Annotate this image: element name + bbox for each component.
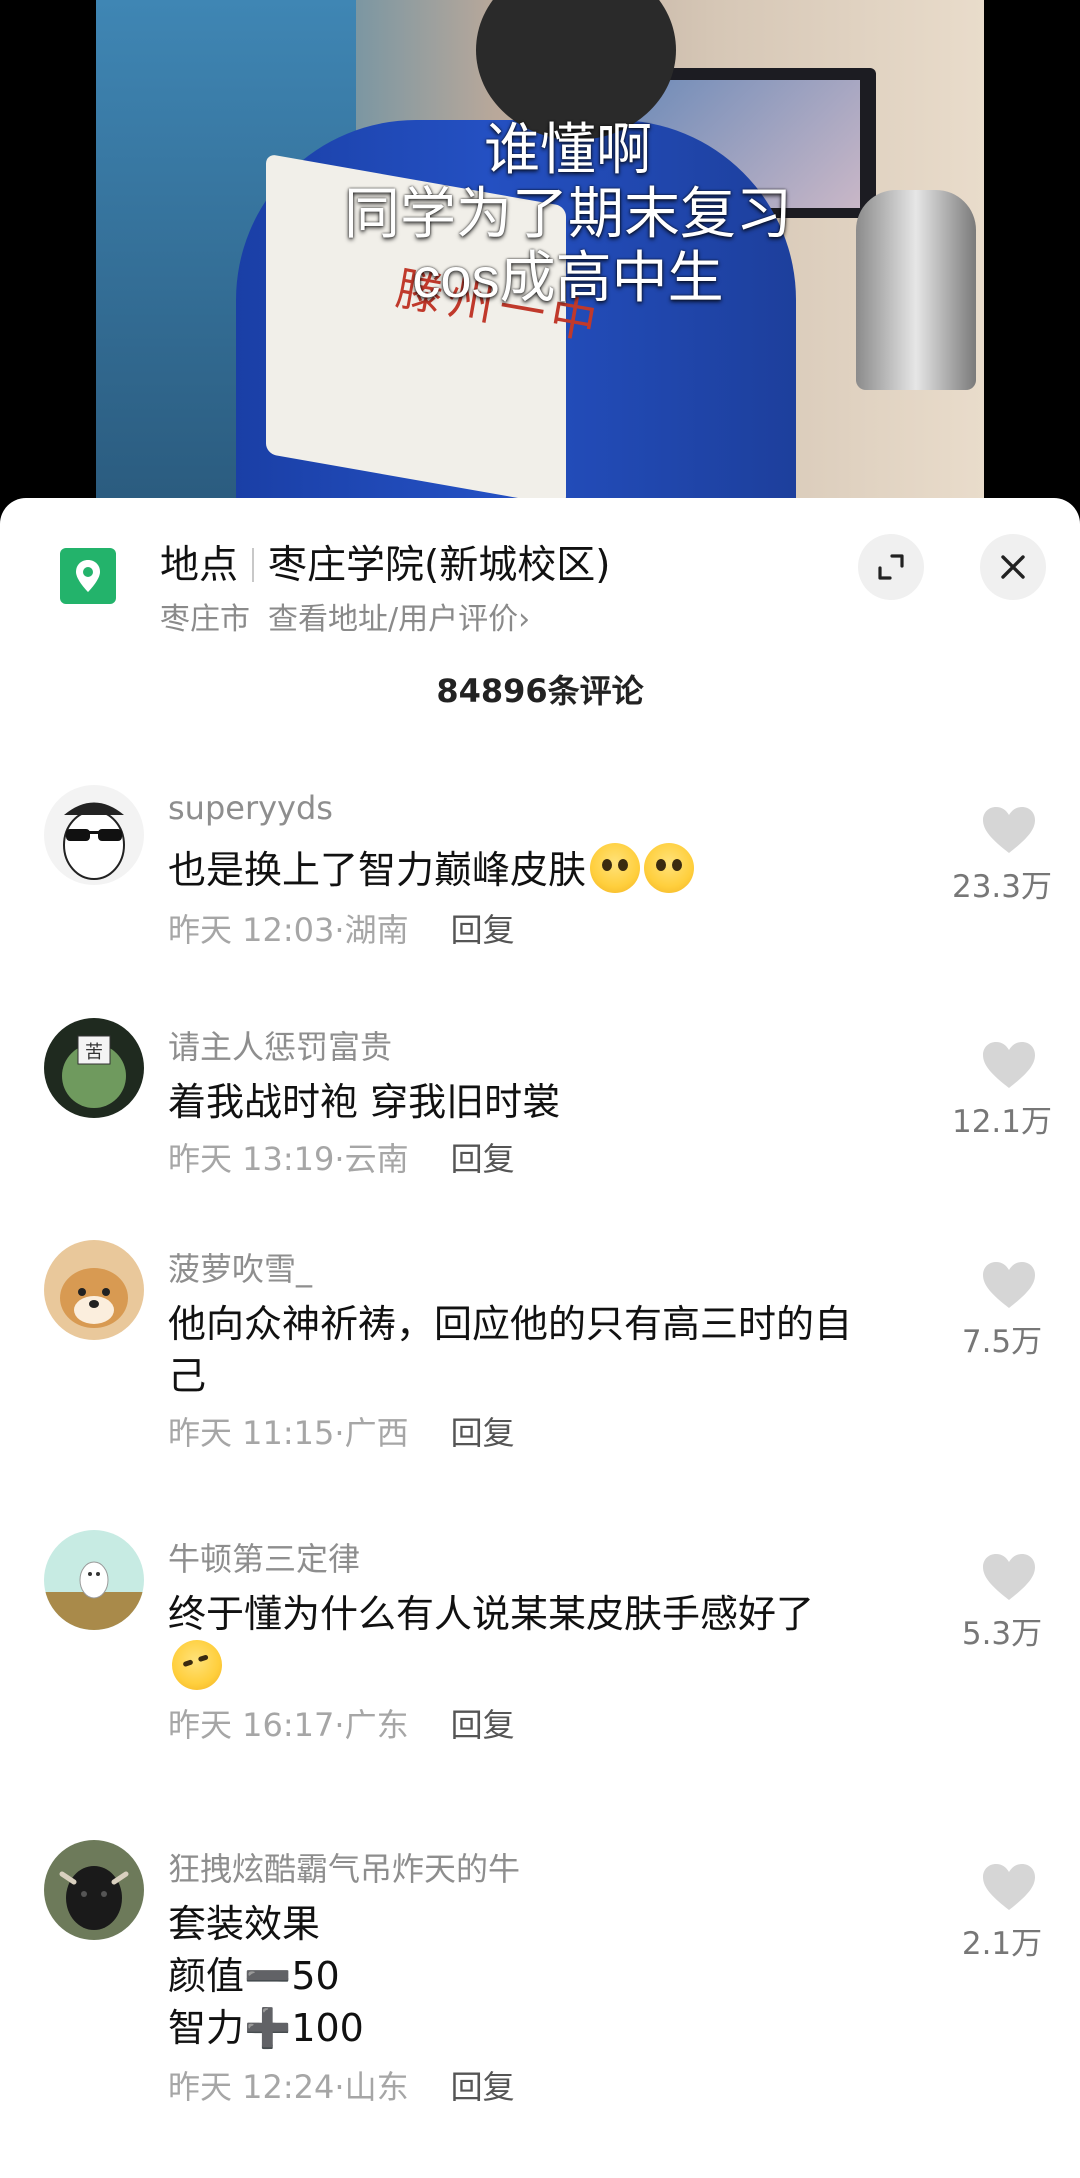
comment-username[interactable]: 牛顿第三定律 [168, 1534, 360, 1580]
heart-icon [983, 1554, 1035, 1600]
comment-username[interactable]: 请主人惩罚富贵 [168, 1022, 392, 1068]
video-caption-line: 同学为了期末复习 [344, 182, 792, 245]
reply-button[interactable]: 回复 [451, 911, 515, 949]
avatar[interactable] [44, 1240, 144, 1340]
like-count: 2.1万 [961, 1926, 1043, 1962]
avatar[interactable] [44, 785, 144, 885]
reply-button[interactable]: 回复 [451, 2068, 515, 2106]
pleading-face-icon [590, 843, 641, 893]
like-count: 23.3万 [951, 869, 1053, 905]
comment-region: 云南 [344, 1140, 409, 1178]
comment-line: 终于懂为什么有人说某某皮肤手感好了 [168, 1592, 815, 1636]
comment-time: 昨天 11:15 [168, 1414, 335, 1452]
comment-line: 颜值➖50 [168, 1954, 340, 1998]
comment-meta: 昨天 13:19·云南 回复 [168, 1140, 515, 1178]
comment-region: 广东 [344, 1706, 409, 1744]
comment-region: 湖南 [344, 911, 409, 949]
comment-line: 也是换上了智力巅峰皮肤 [168, 848, 587, 892]
video-caption-line: 谁懂啊 [484, 118, 652, 181]
location-pin-icon[interactable] [60, 548, 116, 604]
comment-line: 套装效果 [168, 1902, 321, 1946]
location-title[interactable]: 地点 枣庄学院(新城校区) [160, 534, 610, 590]
comment-time: 昨天 12:03 [168, 911, 335, 949]
location-name: 枣庄学院(新城校区) [268, 543, 611, 588]
heart-icon [983, 1042, 1035, 1088]
like-button[interactable]: 12.1万 [952, 1040, 1064, 1141]
heart-icon [983, 1864, 1035, 1910]
heart-icon [983, 1262, 1035, 1308]
comment-username[interactable]: 菠萝吹雪_ [168, 1244, 312, 1290]
like-count: 7.5万 [961, 1324, 1043, 1360]
like-button[interactable]: 5.3万 [954, 1552, 1064, 1653]
comment-meta: 昨天 11:15·广西 回复 [168, 1414, 515, 1452]
comment-text: 终于懂为什么有人说某某皮肤手感好了 [165, 1588, 928, 1697]
like-button[interactable]: 23.3万 [952, 805, 1064, 906]
comments-sheet: 地点 枣庄学院(新城校区) 枣庄市 查看地址/用户评价› 84896条评论 supe… [0, 498, 1080, 2178]
video-player[interactable]: 滕州一中 谁懂啊 同学为了期末复习 cos成高中生 [0, 0, 1080, 520]
reply-button[interactable]: 回复 [451, 1414, 515, 1452]
reply-button[interactable]: 回复 [451, 1140, 515, 1178]
comment-time: 昨天 16:17 [168, 1706, 335, 1744]
comment-text: 套装效果 颜值➖50 智力➕100 [168, 1898, 928, 2054]
like-count: 12.1万 [951, 1104, 1053, 1140]
comment-time: 昨天 12:24 [168, 2068, 335, 2106]
reply-button[interactable]: 回复 [451, 1706, 515, 1744]
comment-text: 也是换上了智力巅峰皮肤 [168, 843, 928, 896]
comment-line: 他向众神祈祷，回应他的只有高三时的自 [168, 1302, 853, 1346]
video-caption-line: cos成高中生 [412, 246, 724, 309]
comment-region: 广西 [344, 1414, 409, 1452]
comment-line: 己 [168, 1354, 207, 1398]
like-button[interactable]: 2.1万 [954, 1862, 1064, 1963]
comment-username[interactable]: superyyds [168, 789, 333, 827]
avatar[interactable] [44, 1530, 144, 1630]
comment-meta: 昨天 12:03·湖南 回复 [168, 911, 515, 949]
chevron-right-icon: › [518, 602, 531, 637]
video-caption: 谁懂啊 同学为了期末复习 cos成高中生 [0, 118, 1080, 310]
location-label: 地点 [160, 543, 239, 588]
rolling-laugh-face-icon [165, 1633, 229, 1697]
pleading-face-icon [644, 843, 695, 893]
location-city: 枣庄市 [160, 602, 250, 637]
heart-icon [983, 807, 1035, 853]
comment-meta: 昨天 16:17·广东 回复 [168, 1706, 515, 1744]
svg-text:苦: 苦 [85, 1042, 103, 1063]
location-subtitle[interactable]: 枣庄市 查看地址/用户评价› [160, 594, 530, 638]
like-count: 5.3万 [961, 1616, 1043, 1652]
avatar[interactable] [44, 1840, 144, 1940]
comment-meta: 昨天 12:24·山东 回复 [168, 2068, 515, 2106]
location-link[interactable]: 查看地址/用户评价 [268, 602, 518, 637]
comment-count: 84896条评论 [436, 672, 644, 710]
comment-line: 着我战时袍 穿我旧时裳 [168, 1080, 561, 1124]
comment-line: 智力➕100 [168, 2006, 364, 2050]
comment-text: 着我战时袍 穿我旧时裳 [168, 1076, 928, 1128]
like-button[interactable]: 7.5万 [954, 1260, 1064, 1361]
close-icon [1001, 555, 1025, 579]
close-button[interactable] [980, 534, 1046, 600]
location-divider [252, 548, 255, 582]
comment-time: 昨天 13:19 [168, 1140, 335, 1178]
expand-button[interactable] [858, 534, 924, 600]
comment-text: 他向众神祈祷，回应他的只有高三时的自 己 [168, 1298, 928, 1402]
comment-region: 山东 [344, 2068, 409, 2106]
expand-icon [878, 554, 904, 580]
avatar[interactable]: 苦 [44, 1018, 144, 1118]
comment-username[interactable]: 狂拽炫酷霸气吊炸天的牛 [168, 1844, 520, 1890]
